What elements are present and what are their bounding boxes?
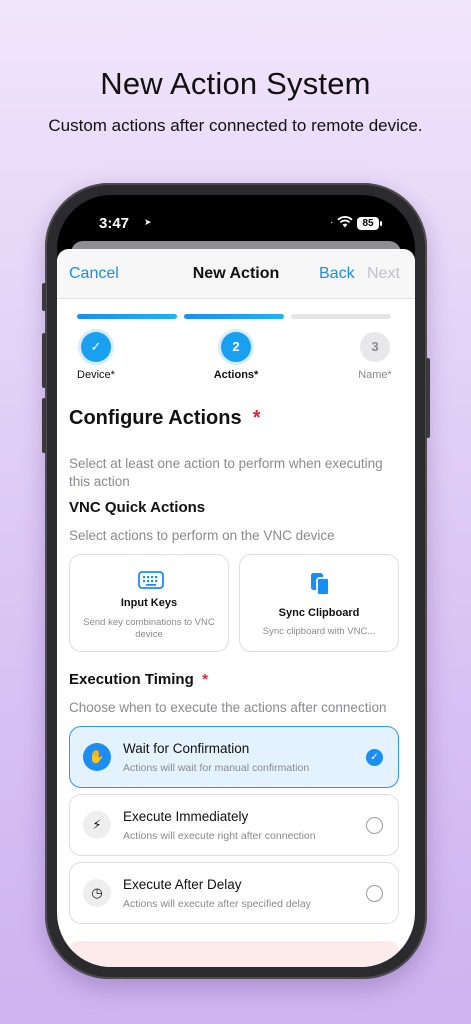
- radio-checked-icon[interactable]: ✓: [366, 749, 383, 766]
- dot-icon: ·: [330, 217, 334, 228]
- warning-banner: [69, 941, 399, 967]
- keyboard-icon: [138, 571, 164, 589]
- option-subtitle: Actions will wait for manual confirmatio…: [123, 762, 310, 774]
- step-name-number[interactable]: 3: [360, 332, 390, 362]
- next-button[interactable]: Next: [367, 265, 400, 283]
- battery-tip: [380, 221, 382, 226]
- wifi-icon: [337, 216, 353, 228]
- option-subtitle: Actions will execute right after connect…: [123, 830, 316, 842]
- progress-segment-name: [291, 314, 391, 319]
- execution-timing-title: Execution Timing *: [69, 671, 208, 688]
- clipboard-icon: [311, 573, 330, 596]
- option-execute-immediately[interactable]: ⚡ Execute Immediately Actions will execu…: [69, 794, 399, 856]
- step-device-check-icon[interactable]: ✓: [81, 332, 111, 362]
- radio-unchecked-icon[interactable]: [366, 817, 383, 834]
- configure-title-text: Configure Actions: [69, 407, 242, 429]
- bolt-icon: ⚡: [83, 811, 111, 839]
- timing-required-mark: *: [202, 671, 208, 688]
- phone-frame: 3:47 ➤ · 85 Cancel New Action Back Next: [42, 183, 430, 979]
- clock-icon: ◷: [83, 879, 111, 907]
- progress-segment-device: [77, 314, 177, 319]
- sync-clipboard-card[interactable]: Sync Clipboard Sync clipboard with VNC..…: [239, 554, 399, 652]
- power-button: [426, 358, 430, 438]
- option-execute-after-delay[interactable]: ◷ Execute After Delay Actions will execu…: [69, 862, 399, 924]
- timing-description: Choose when to execute the actions after…: [69, 700, 387, 715]
- timing-title-text: Execution Timing: [69, 671, 194, 688]
- volume-up-button: [42, 333, 46, 388]
- required-mark: *: [252, 407, 261, 429]
- battery-icon: 85: [357, 217, 379, 230]
- location-icon: ➤: [144, 217, 152, 227]
- input-keys-card[interactable]: Input Keys Send key combinations to VNC …: [69, 554, 229, 652]
- configure-actions-title: Configure Actions *: [69, 407, 261, 430]
- new-action-sheet: Cancel New Action Back Next ✓ Device* 2 …: [57, 249, 415, 967]
- back-button[interactable]: Back: [319, 265, 355, 283]
- vnc-quick-actions-title: VNC Quick Actions: [69, 499, 206, 516]
- hero-title: New Action System: [100, 66, 371, 101]
- navigation-bar: Cancel New Action Back Next: [57, 249, 415, 299]
- vnc-description: Select actions to perform on the VNC dev…: [69, 528, 335, 543]
- option-title: Wait for Confirmation: [123, 741, 250, 756]
- option-wait-for-confirmation[interactable]: ✋ Wait for Confirmation Actions will wai…: [69, 726, 399, 788]
- input-keys-title: Input Keys: [120, 597, 178, 609]
- step-label-device: Device*: [77, 369, 115, 381]
- step-label-name: Name*: [358, 369, 392, 381]
- progress-segment-actions: [184, 314, 284, 319]
- hand-icon: ✋: [83, 743, 111, 771]
- hero-subtitle: Custom actions after connected to remote…: [48, 116, 423, 135]
- sync-clipboard-subtitle: Sync clipboard with VNC...: [262, 626, 376, 637]
- step-label-actions: Actions*: [213, 369, 259, 381]
- input-keys-subtitle: Send key combinations to VNC device: [83, 617, 215, 640]
- option-title: Execute Immediately: [123, 809, 249, 824]
- phone-screen: 3:47 ➤ · 85 Cancel New Action Back Next: [57, 195, 415, 967]
- status-time: 3:47: [99, 215, 130, 232]
- volume-down-button: [42, 398, 46, 453]
- action-button: [42, 283, 46, 311]
- cancel-button[interactable]: Cancel: [69, 265, 119, 283]
- sync-clipboard-title: Sync Clipboard: [278, 607, 360, 619]
- status-bar: 3:47 ➤ · 85: [57, 195, 415, 243]
- radio-unchecked-icon[interactable]: [366, 885, 383, 902]
- step-actions-number[interactable]: 2: [221, 332, 251, 362]
- configure-description: Select at least one action to perform wh…: [69, 456, 383, 489]
- option-subtitle: Actions will execute after specified del…: [123, 898, 311, 910]
- option-title: Execute After Delay: [123, 877, 242, 892]
